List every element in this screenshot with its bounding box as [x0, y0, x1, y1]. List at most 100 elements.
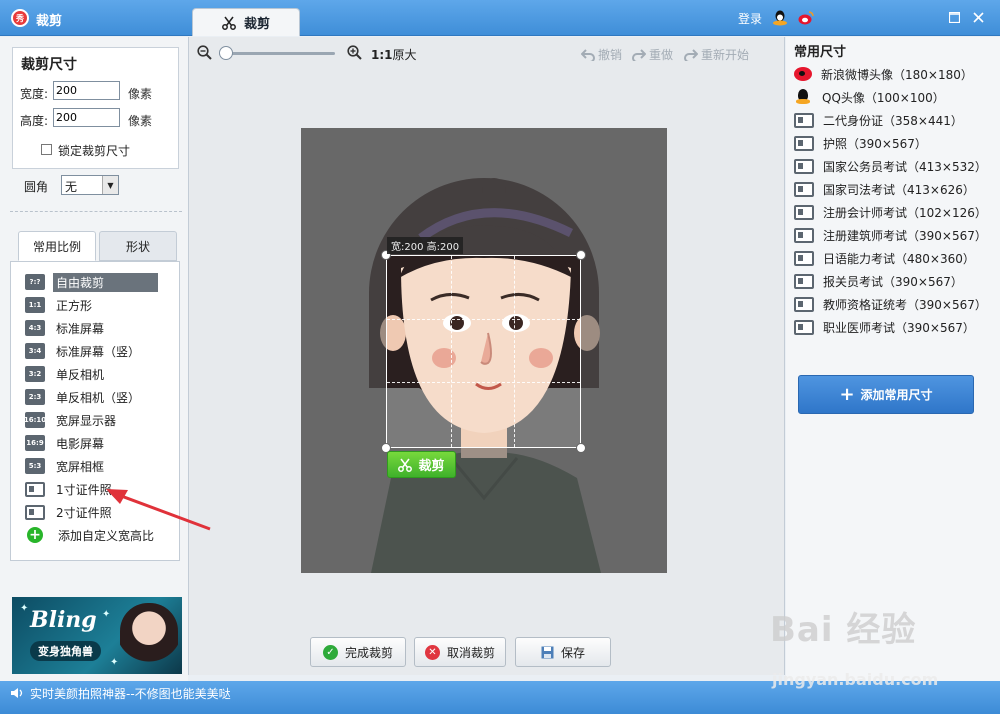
preset-cpa-exam[interactable]: 注册会计师考试（102×126）	[794, 202, 987, 222]
ratio-16-9-icon: 16:9	[25, 435, 45, 451]
tab-crop[interactable]: 裁剪	[192, 8, 300, 36]
preset-label: 职业医师考试（390×567）	[823, 320, 975, 335]
crop-grid-line	[387, 382, 580, 384]
sparkle-icon: ✦	[20, 603, 29, 614]
image-canvas[interactable]: 宽:200 高:200 裁剪	[301, 128, 667, 573]
banner-title: Bling	[30, 607, 97, 633]
preset-customs-exam[interactable]: 报关员考试（390×567）	[794, 271, 963, 291]
ratio-item-square[interactable]: 1:1 正方形	[25, 295, 95, 315]
preset-label: 国家司法考试（413×626）	[823, 182, 975, 197]
qq-login-icon[interactable]	[772, 10, 788, 26]
height-input[interactable]	[53, 108, 120, 127]
undo-button[interactable]: 撤销	[581, 46, 622, 63]
watermark-url: jingyan.baidu.com	[772, 670, 939, 689]
preset-qq-avatar[interactable]: QQ头像（100×100）	[794, 87, 945, 107]
zoom-slider-handle[interactable]	[219, 46, 233, 60]
preset-label: 二代身份证（358×441）	[823, 113, 963, 128]
zoom-in-icon[interactable]	[347, 45, 362, 60]
ratio-item-16-9[interactable]: 16:9 电影屏幕	[25, 433, 107, 453]
id-card-icon	[794, 158, 814, 174]
crop-selection-box[interactable]	[381, 250, 586, 453]
ratio-4-3-icon: 4:3	[25, 320, 45, 336]
app-logo-icon: 秀	[11, 9, 29, 27]
ratio-item-3-4[interactable]: 3:4 标准屏幕（竖）	[25, 341, 143, 361]
original-size-button[interactable]: 1:1原大	[371, 46, 417, 63]
ratio-item-label: 正方形	[56, 298, 93, 313]
save-label: 保存	[560, 645, 585, 660]
ratio-item-4-3[interactable]: 4:3 标准屏幕	[25, 318, 107, 338]
width-input[interactable]	[53, 81, 120, 100]
ratio-item-label: 宽屏相框	[56, 459, 105, 474]
zoom-out-icon[interactable]	[197, 45, 212, 60]
id-card-icon	[794, 204, 814, 220]
tab-common-ratio[interactable]: 常用比例	[18, 231, 96, 261]
ratio-item-16-10[interactable]: 16:10 宽屏显示器	[24, 410, 119, 430]
lock-size-label[interactable]: 锁定裁剪尺寸	[58, 142, 130, 159]
apply-crop-label: 裁剪	[418, 459, 445, 474]
promo-banner[interactable]: ✦ ✦ ✦ Bling 变身独角兽	[12, 597, 182, 674]
status-message[interactable]: 实时美颜拍照神器--不修图也能美美哒	[30, 685, 231, 702]
app-title: 裁剪	[36, 14, 63, 29]
crop-handle-top-right[interactable]	[576, 250, 586, 260]
crop-size-title: 裁剪尺寸	[21, 57, 77, 73]
ratio-item-label: 标准屏幕（竖）	[56, 344, 141, 359]
corner-radius-select[interactable]: 无 ▼	[61, 175, 119, 195]
preset-teacher-exam[interactable]: 教师资格证统考（390×567）	[794, 294, 987, 314]
apply-crop-button[interactable]: 裁剪	[387, 451, 456, 478]
preset-weibo-avatar[interactable]: 新浪微博头像（180×180）	[794, 64, 973, 84]
sparkle-icon: ✦	[102, 609, 111, 620]
preset-judicial-exam[interactable]: 国家司法考试（413×626）	[794, 179, 975, 199]
height-label: 高度:	[20, 114, 49, 128]
ratio-5-3-icon: 5:3	[25, 458, 45, 474]
crop-handle-bottom-right[interactable]	[576, 443, 586, 453]
maximize-icon	[948, 11, 960, 23]
close-button[interactable]	[970, 9, 986, 25]
ratio-16-10-icon: 16:10	[24, 412, 46, 428]
add-common-size-button[interactable]: + 添加常用尺寸	[798, 375, 974, 414]
tab-crop-label: 裁剪	[243, 17, 270, 32]
redo-button[interactable]: 重做	[632, 46, 673, 63]
id-card-icon	[794, 227, 814, 243]
finish-crop-label: 完成裁剪	[344, 645, 393, 660]
ratio-item-3-2[interactable]: 3:2 单反相机	[25, 364, 107, 384]
scissors-icon	[222, 16, 236, 30]
preset-doctor-exam[interactable]: 职业医师考试（390×567）	[794, 317, 975, 337]
zoom-slider-track[interactable]	[219, 52, 335, 55]
restart-label: 重新开始	[701, 48, 750, 62]
ratio-free-icon: ?:?	[25, 274, 45, 290]
preset-label: 国家公务员考试（413×532）	[823, 159, 987, 174]
preset-civil-service-exam[interactable]: 国家公务员考试（413×532）	[794, 156, 987, 176]
cancel-crop-button[interactable]: ✕ 取消裁剪	[414, 637, 506, 667]
restart-button[interactable]: 重新开始	[684, 46, 749, 63]
ratio-2-3-icon: 2:3	[25, 389, 45, 405]
annotation-arrow	[106, 489, 211, 531]
finish-crop-button[interactable]: ✓ 完成裁剪	[310, 637, 406, 667]
id-card-icon	[794, 135, 814, 151]
lock-size-checkbox[interactable]	[41, 144, 52, 155]
login-link[interactable]: 登录	[738, 10, 762, 27]
preset-label: 注册会计师考试（102×126）	[823, 205, 987, 220]
preset-passport[interactable]: 护照（390×567）	[794, 133, 927, 153]
ratio-item-free[interactable]: ?:? 自由裁剪	[25, 272, 158, 292]
ratio-item-2-3[interactable]: 2:3 单反相机（竖）	[25, 387, 143, 407]
preset-label: 护照（390×567）	[823, 136, 927, 151]
preset-id-card[interactable]: 二代身份证（358×441）	[794, 110, 963, 130]
tab-shape[interactable]: 形状	[99, 231, 177, 261]
corner-radius-value: 无	[65, 180, 78, 194]
undo-icon	[581, 48, 595, 61]
width-unit: 像素	[128, 87, 153, 101]
cancel-crop-label: 取消裁剪	[446, 645, 495, 660]
ratio-item-5-3[interactable]: 5:3 宽屏相框	[25, 456, 107, 476]
id-card-icon	[794, 319, 814, 335]
weibo-login-icon[interactable]	[798, 10, 814, 26]
corner-radius-label: 圆角	[24, 180, 49, 194]
preset-architect-exam[interactable]: 注册建筑师考试（390×567）	[794, 225, 987, 245]
check-icon: ✓	[322, 644, 338, 660]
save-button[interactable]: 保存	[515, 637, 611, 667]
preset-japanese-exam[interactable]: 日语能力考试（480×360）	[794, 248, 975, 268]
crop-grid-line	[450, 256, 452, 447]
maximize-button[interactable]	[946, 9, 962, 25]
left-panel: 裁剪尺寸 宽度: 像素 高度: 像素 锁定裁剪尺寸 圆角 无 ▼ 常用比例 形状…	[0, 37, 188, 681]
crop-grid-line	[514, 256, 516, 447]
ratio-1-1-icon: 1:1	[25, 297, 45, 313]
